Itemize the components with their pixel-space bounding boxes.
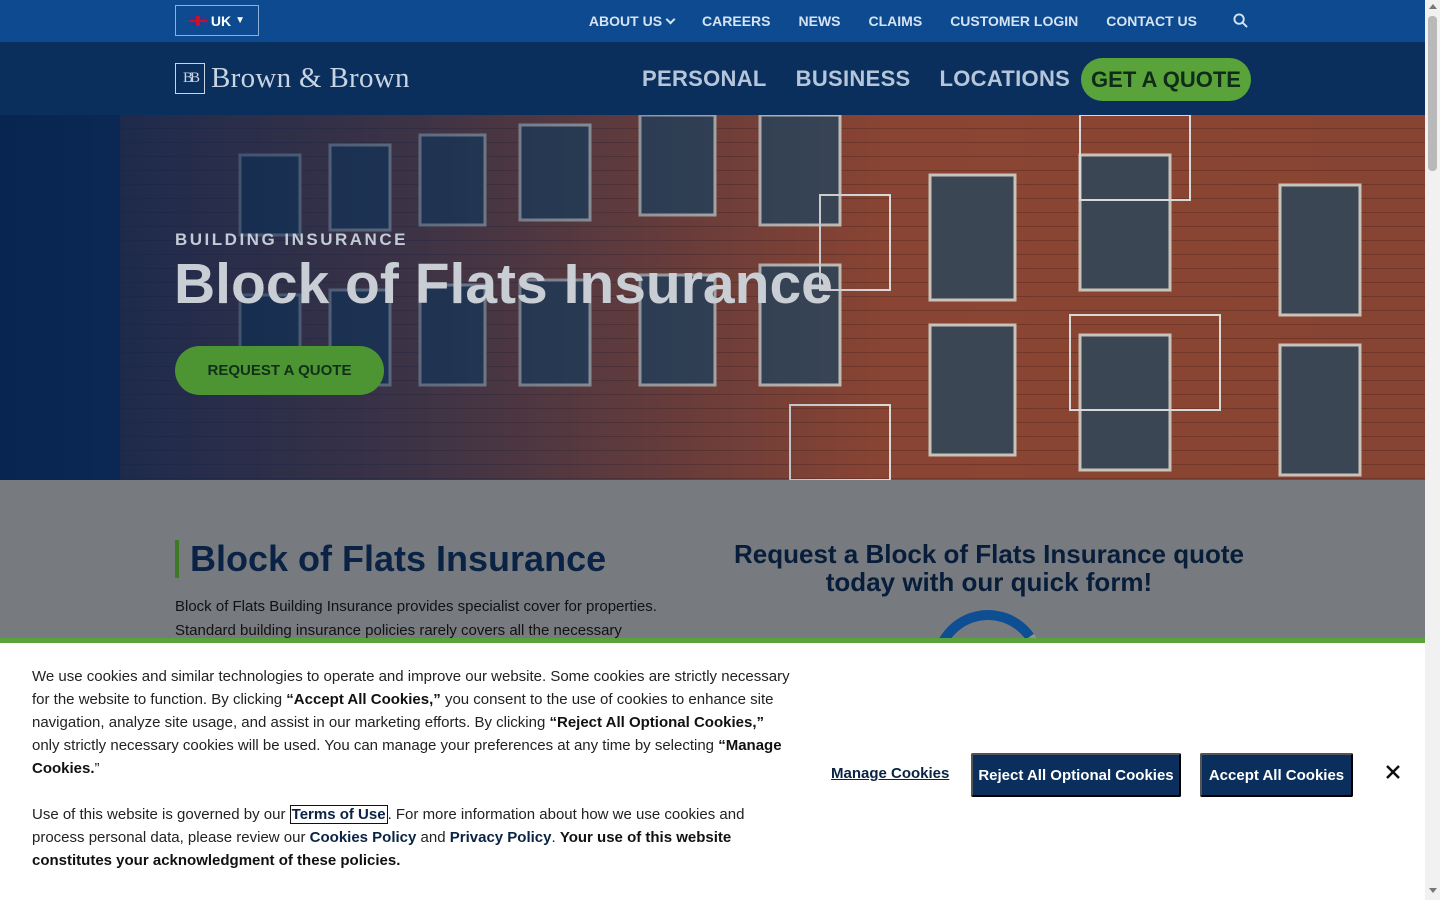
- get-a-quote-button[interactable]: GET A QUOTE: [1081, 58, 1251, 101]
- request-a-quote-button[interactable]: REQUEST A QUOTE: [175, 346, 384, 395]
- close-icon[interactable]: [1384, 763, 1402, 781]
- main-nav: PERSONAL BUSINESS LOCATIONS: [642, 42, 1070, 115]
- utility-nav: ABOUT US CAREERS NEWS CLAIMS CUSTOMER LO…: [589, 0, 1197, 42]
- nav-about-us[interactable]: ABOUT US: [588, 13, 676, 29]
- nav-customer-login[interactable]: CUSTOMER LOGIN: [950, 13, 1078, 29]
- cookie-text-part: and: [416, 829, 450, 846]
- nav-about-us-label: ABOUT US: [588, 13, 663, 29]
- cookie-text-part: only strictly necessary cookies will be …: [32, 737, 719, 754]
- cookies-policy-link[interactable]: Cookies Policy: [310, 829, 417, 846]
- cookie-text-part: ”: [94, 760, 100, 777]
- cookie-text: We use cookies and similar technologies …: [32, 665, 792, 872]
- hero-banner: BUILDING INSURANCE Block of Flats Insura…: [0, 115, 1425, 480]
- hero-eyebrow: BUILDING INSURANCE: [175, 230, 408, 249]
- chevron-down-icon: [665, 14, 676, 25]
- content-section: Block of Flats Insurance Block of Flats …: [0, 480, 1425, 731]
- scroll-down-arrow-icon[interactable]: [1429, 888, 1437, 893]
- nav-personal[interactable]: PERSONAL: [642, 66, 767, 92]
- terms-of-use-link[interactable]: Terms of Use: [289, 805, 388, 824]
- logo-mark: BB: [175, 63, 205, 94]
- cookie-text-part: .: [551, 829, 560, 846]
- content-title: Block of Flats Insurance: [175, 540, 606, 578]
- hero-title: Block of Flats Insurance: [174, 252, 833, 316]
- reject-optional-cookies-button[interactable]: Reject All Optional Cookies: [971, 753, 1181, 797]
- brand-logo[interactable]: BB Brown & Brown: [175, 62, 410, 95]
- cookie-paragraph-1: We use cookies and similar technologies …: [32, 665, 792, 780]
- manage-cookies-link[interactable]: Manage Cookies: [831, 765, 949, 782]
- scrollbar-thumb[interactable]: [1428, 16, 1437, 171]
- nav-contact-us[interactable]: CONTACT US: [1106, 13, 1197, 29]
- nav-locations[interactable]: LOCATIONS: [940, 66, 1071, 92]
- cookie-text-emphasis: “Reject All Optional Cookies,”: [549, 714, 764, 731]
- cookie-text-part: Use of this website is governed by our: [32, 806, 290, 823]
- form-heading: Request a Block of Flats Insurance quote…: [734, 539, 1244, 597]
- main-header: BB Brown & Brown PERSONAL BUSINESS LOCAT…: [0, 42, 1425, 115]
- region-selector[interactable]: UK ▼: [175, 5, 259, 36]
- cookie-paragraph-2: Use of this website is governed by our T…: [32, 803, 792, 872]
- dropdown-arrow-icon: ▼: [235, 15, 246, 26]
- privacy-policy-link[interactable]: Privacy Policy: [450, 829, 552, 846]
- accept-all-cookies-button[interactable]: Accept All Cookies: [1200, 753, 1353, 797]
- nav-claims[interactable]: CLAIMS: [869, 13, 923, 29]
- nav-business[interactable]: BUSINESS: [796, 66, 911, 92]
- utility-bar: UK ▼ ABOUT US CAREERS NEWS CLAIMS CUSTOM…: [0, 0, 1425, 42]
- content-body: Block of Flats Building Insurance provid…: [175, 598, 657, 639]
- nav-careers[interactable]: CAREERS: [702, 13, 770, 29]
- uk-flag-icon: [188, 15, 207, 26]
- scroll-up-arrow-icon[interactable]: [1429, 4, 1437, 9]
- page-scrollbar[interactable]: [1425, 0, 1440, 900]
- logo-text: Brown & Brown: [211, 62, 410, 94]
- cookie-banner: We use cookies and similar technologies …: [0, 638, 1425, 900]
- search-icon[interactable]: [1233, 13, 1248, 28]
- nav-news[interactable]: NEWS: [799, 13, 841, 29]
- region-label: UK: [210, 12, 232, 29]
- cookie-text-emphasis: “Accept All Cookies,”: [286, 691, 441, 708]
